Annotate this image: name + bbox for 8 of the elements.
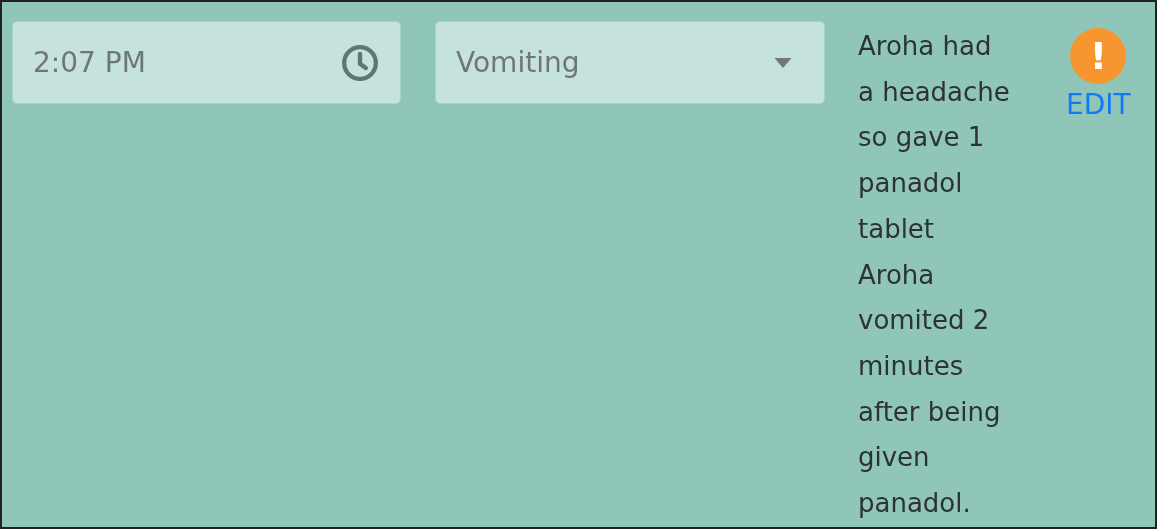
warning-icon: ! (1070, 28, 1127, 84)
caret-icon (774, 57, 792, 68)
clock-icon[interactable] (340, 42, 380, 83)
edit-link[interactable]: EDIT (1066, 88, 1131, 121)
type-dropdown[interactable]: Vomiting (435, 21, 825, 104)
time-field[interactable]: 2:07 PM (12, 21, 401, 104)
note-text: Aroha had a headache so gave 1 panadol tablet (858, 30, 1010, 246)
note-text: Aroha vomited 2 minutes after being given panadol. (858, 258, 1002, 521)
